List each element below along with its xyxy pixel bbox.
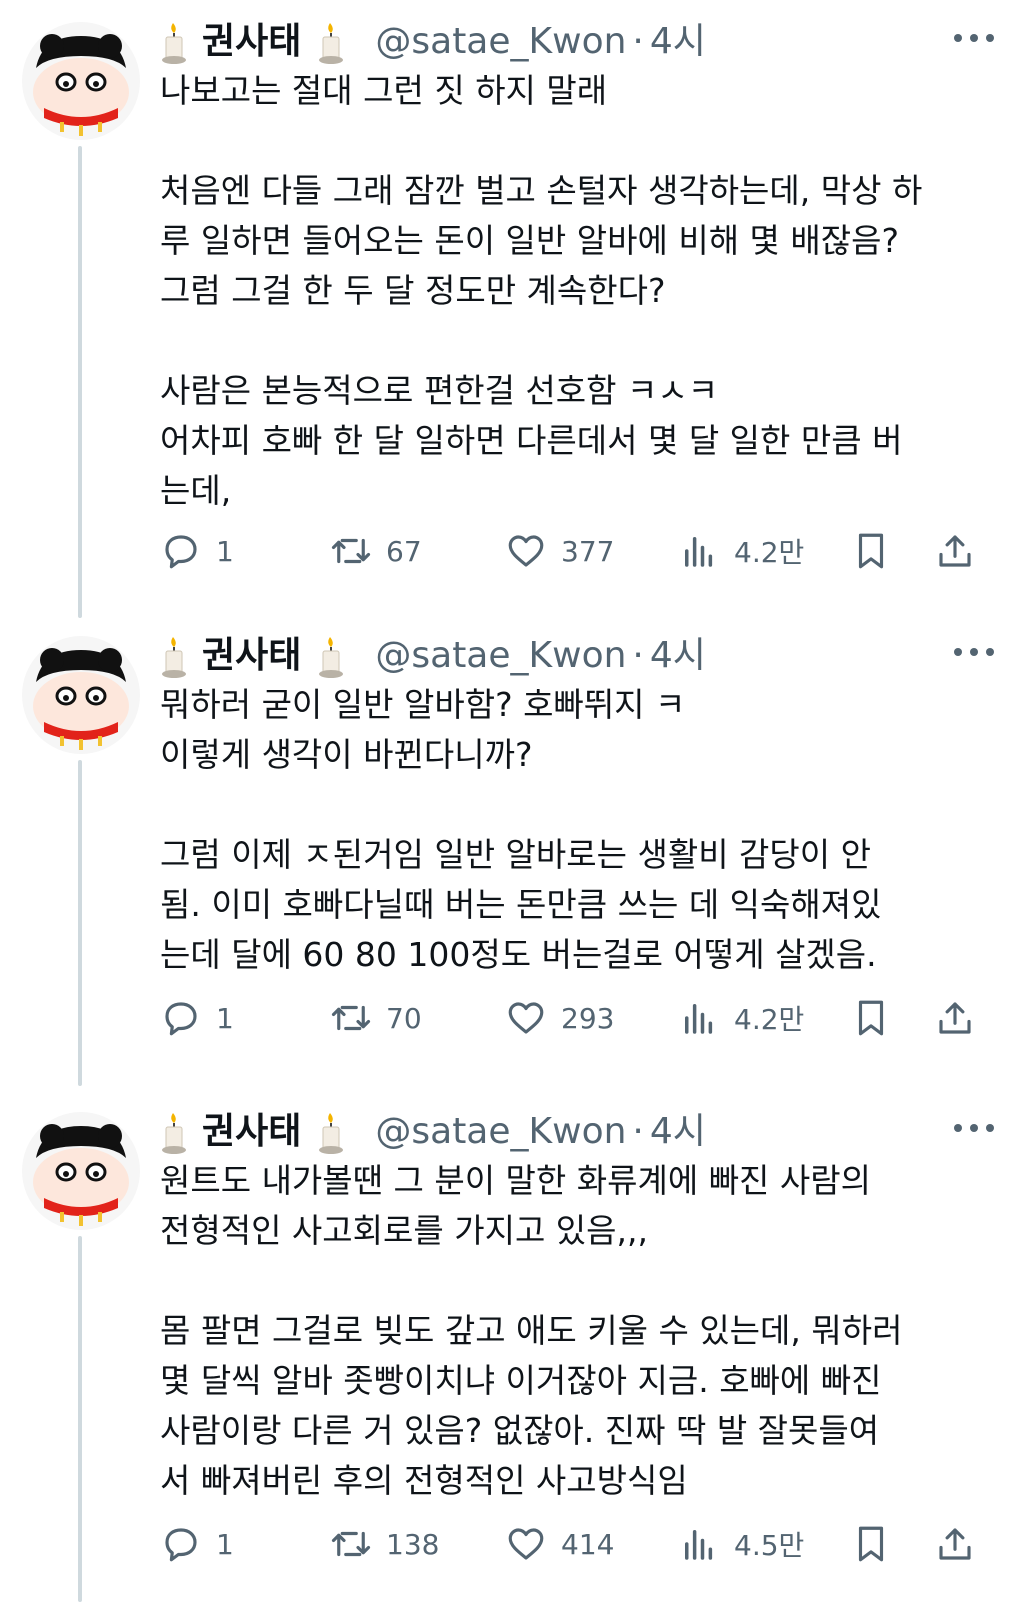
author-handle[interactable]: @satae_Kwon — [375, 1108, 626, 1156]
candle-icon — [317, 633, 345, 679]
heart-icon — [508, 1528, 544, 1560]
views-button[interactable]: 4.2만 — [678, 994, 804, 1042]
more-horizontal-icon[interactable] — [952, 1118, 996, 1138]
action-bar: 1 67 377 4.2만 — [160, 527, 1000, 575]
timestamp[interactable]: 4시 — [650, 632, 706, 680]
views-bar-chart-icon — [685, 1530, 713, 1560]
retweet-count: 70 — [386, 1001, 422, 1035]
avatar[interactable] — [22, 22, 140, 140]
like-button[interactable]: 414 — [505, 1520, 614, 1568]
cartoon-avatar-icon — [33, 34, 129, 136]
tweet-paragraph: 몸 팔면 그걸로 빚도 갚고 애도 키울 수 있는데, 뭐하러 몇 달씩 알바 … — [160, 1311, 903, 1500]
share-button[interactable] — [934, 1520, 976, 1568]
cartoon-avatar-icon — [33, 1124, 129, 1226]
tweet[interactable]: 권사태 @satae_Kwon · 4시 뭐하러 굳이 일반 알바함? 호빠뛰지… — [0, 614, 1024, 1086]
more-horizontal-icon[interactable] — [952, 642, 996, 662]
bookmark-button[interactable] — [850, 527, 892, 575]
tweet-paragraph: 처음엔 다들 그래 잠깐 벌고 손털자 생각하는데, 막상 하 루 일하면 들어… — [160, 171, 923, 310]
reply-count: 1 — [216, 1001, 234, 1035]
share-icon — [939, 1002, 971, 1034]
like-button[interactable]: 293 — [505, 994, 614, 1042]
reply-button[interactable]: 1 — [160, 994, 234, 1042]
share-icon — [939, 1528, 971, 1560]
bookmark-button[interactable] — [850, 994, 892, 1042]
heart-icon — [508, 1002, 544, 1034]
retweet-icon — [331, 1531, 371, 1557]
bookmark-icon — [858, 1526, 884, 1562]
thread-line — [78, 760, 82, 1086]
view-count: 4.2만 — [734, 1003, 805, 1036]
more-horizontal-icon[interactable] — [952, 28, 996, 48]
candle-icon — [317, 19, 345, 65]
tweet-paragraph: 사람은 본능적으로 편한걸 선호함 ㅋㅅㅋ 어차피 호빠 한 달 일하면 다른데… — [160, 371, 903, 510]
separator-dot: · — [632, 1111, 644, 1152]
avatar[interactable] — [22, 636, 140, 754]
reply-icon — [165, 1002, 197, 1036]
tweet[interactable]: 권사태 @satae_Kwon · 4시 원트도 내가볼땐 그 분이 말한 화류… — [0, 1090, 1024, 1602]
reply-icon — [165, 1528, 197, 1562]
author-name[interactable]: 권사태 — [202, 1108, 301, 1156]
tweet-paragraph: 뭐하러 굳이 일반 알바함? 호빠뛰지 ㅋ 이렇게 생각이 바뀐다니까? — [160, 685, 686, 774]
thread-line — [78, 146, 82, 618]
views-bar-chart-icon — [685, 1004, 713, 1034]
timestamp[interactable]: 4시 — [650, 1108, 706, 1156]
retweet-count: 67 — [386, 534, 422, 568]
bookmark-icon — [858, 1000, 884, 1036]
author-handle[interactable]: @satae_Kwon — [375, 632, 626, 680]
views-bar-chart-icon — [685, 537, 713, 567]
share-icon — [939, 535, 971, 567]
candle-icon — [317, 1109, 345, 1155]
tweet-paragraph: 그럼 이제 ㅈ된거임 일반 알바로는 생활비 감당이 안 됨. 이미 호빠다닐때… — [160, 835, 882, 974]
tweet-text: 뭐하러 굳이 일반 알바함? 호빠뛰지 ㅋ 이렇게 생각이 바뀐다니까? 그럼 … — [160, 680, 990, 980]
author-name[interactable]: 권사태 — [202, 18, 301, 66]
retweet-icon — [331, 538, 371, 564]
author-handle[interactable]: @satae_Kwon — [375, 18, 626, 66]
like-count: 377 — [561, 534, 615, 568]
cartoon-avatar-icon — [33, 648, 129, 750]
timestamp[interactable]: 4시 — [650, 18, 706, 66]
action-bar: 1 70 293 4.2만 — [160, 994, 1000, 1042]
like-count: 293 — [561, 1001, 615, 1035]
views-button[interactable]: 4.5만 — [678, 1520, 804, 1568]
tweet-header: 권사태 @satae_Kwon · 4시 — [160, 18, 706, 66]
retweet-count: 138 — [386, 1527, 440, 1561]
reply-icon — [165, 535, 197, 569]
tweet-paragraph: 원트도 내가볼땐 그 분이 말한 화류계에 빠진 사람의 전형적인 사고회로를 … — [160, 1161, 871, 1250]
bookmark-icon — [858, 533, 884, 569]
bookmark-button[interactable] — [850, 1520, 892, 1568]
views-button[interactable]: 4.2만 — [678, 527, 804, 575]
avatar[interactable] — [22, 1112, 140, 1230]
candle-icon — [160, 19, 188, 65]
view-count: 4.5만 — [734, 1529, 805, 1562]
candle-icon — [160, 1109, 188, 1155]
author-name[interactable]: 권사태 — [202, 632, 301, 680]
retweet-button[interactable]: 138 — [330, 1520, 439, 1568]
tweet-header: 권사태 @satae_Kwon · 4시 — [160, 632, 706, 680]
tweet-header: 권사태 @satae_Kwon · 4시 — [160, 1108, 706, 1156]
retweet-button[interactable]: 67 — [330, 527, 422, 575]
heart-icon — [508, 535, 544, 567]
thread-line — [78, 1236, 82, 1602]
tweet-paragraph: 나보고는 절대 그런 짓 하지 말래 — [160, 71, 608, 110]
tweet[interactable]: 권사태 @satae_Kwon · 4시 나보고는 절대 그런 짓 하지 말래 … — [0, 0, 1024, 618]
reply-count: 1 — [216, 1527, 234, 1561]
candle-icon — [160, 633, 188, 679]
tweet-text: 나보고는 절대 그런 짓 하지 말래 처음엔 다들 그래 잠깐 벌고 손털자 생… — [160, 66, 990, 516]
like-button[interactable]: 377 — [505, 527, 614, 575]
action-bar: 1 138 414 4.5만 — [160, 1520, 1000, 1568]
reply-button[interactable]: 1 — [160, 527, 234, 575]
tweet-text: 원트도 내가볼땐 그 분이 말한 화류계에 빠진 사람의 전형적인 사고회로를 … — [160, 1156, 990, 1506]
reply-button[interactable]: 1 — [160, 1520, 234, 1568]
reply-count: 1 — [216, 534, 234, 568]
share-button[interactable] — [934, 994, 976, 1042]
separator-dot: · — [632, 635, 644, 676]
view-count: 4.2만 — [734, 536, 805, 569]
separator-dot: · — [632, 21, 644, 62]
like-count: 414 — [561, 1527, 615, 1561]
retweet-icon — [331, 1005, 371, 1031]
share-button[interactable] — [934, 527, 976, 575]
retweet-button[interactable]: 70 — [330, 994, 422, 1042]
